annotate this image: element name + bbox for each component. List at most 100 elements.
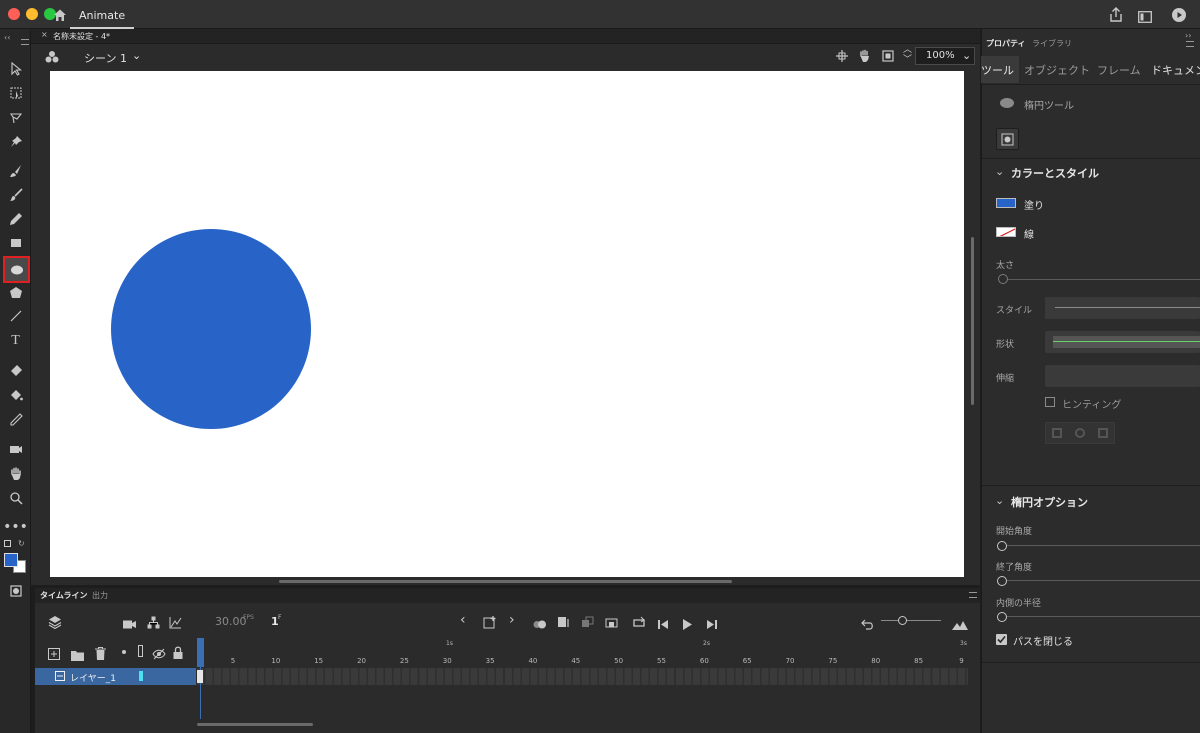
test-movie-play-icon[interactable] bbox=[1172, 7, 1186, 26]
thickness-slider[interactable] bbox=[1004, 279, 1200, 280]
start-angle-slider[interactable] bbox=[1006, 545, 1200, 546]
color-style-section-title[interactable]: カラーとスタイル bbox=[1011, 165, 1099, 181]
tool-subtab[interactable]: ツール bbox=[981, 62, 1014, 78]
ruler-frame-number[interactable]: 35 bbox=[486, 657, 495, 665]
fps-value[interactable]: 30.00 bbox=[215, 615, 247, 628]
home-icon[interactable] bbox=[53, 7, 67, 26]
scene-label[interactable]: シーン 1 bbox=[84, 50, 127, 66]
new-layer-icon[interactable] bbox=[48, 645, 60, 664]
close-window-button[interactable] bbox=[8, 8, 20, 20]
ruler-frame-number[interactable]: 25 bbox=[400, 657, 409, 665]
stage-vertical-scrollbar[interactable] bbox=[971, 237, 974, 405]
share-icon[interactable] bbox=[1109, 7, 1123, 26]
camera-tool-icon[interactable] bbox=[4, 438, 27, 460]
highlight-layers-icon[interactable] bbox=[122, 650, 126, 654]
text-tool-icon[interactable]: T bbox=[4, 330, 27, 352]
paint-brush-tool-icon[interactable] bbox=[4, 160, 27, 182]
stage-horizontal-scrollbar[interactable] bbox=[279, 580, 732, 583]
layer-color-swatch[interactable] bbox=[139, 671, 143, 681]
ruler-frame-number[interactable]: 9 bbox=[959, 657, 963, 665]
free-transform-tool-icon[interactable] bbox=[4, 82, 27, 104]
ellipse-options-chevron-icon[interactable]: ⌄ bbox=[995, 494, 1004, 507]
inner-radius-knob[interactable] bbox=[997, 612, 1007, 622]
ruler-frame-number[interactable]: 30 bbox=[443, 657, 452, 665]
center-stage-icon[interactable] bbox=[836, 50, 848, 65]
loop-icon[interactable] bbox=[632, 614, 646, 633]
default-colors-icon[interactable] bbox=[4, 540, 11, 547]
scene-icon[interactable] bbox=[45, 50, 59, 67]
document-tab[interactable]: 名称未設定 - 4* bbox=[53, 31, 110, 42]
object-subtab[interactable]: オブジェクト bbox=[1024, 62, 1090, 78]
end-angle-slider[interactable] bbox=[1006, 580, 1200, 581]
scale-dropdown[interactable] bbox=[1045, 365, 1200, 387]
ruler-frame-number[interactable]: 70 bbox=[786, 657, 795, 665]
pencil-tool-icon[interactable] bbox=[4, 208, 27, 230]
insert-frame-icon[interactable] bbox=[605, 614, 618, 633]
timeline-menu-icon[interactable] bbox=[969, 592, 977, 598]
timeline-zoom-large-icon[interactable] bbox=[952, 615, 968, 634]
zoom-tool-icon[interactable] bbox=[4, 487, 27, 509]
hinting-checkbox[interactable] bbox=[1045, 397, 1055, 407]
timeline-horizontal-scrollbar[interactable] bbox=[197, 723, 313, 726]
polystar-tool-icon[interactable] bbox=[4, 282, 27, 304]
new-folder-icon[interactable] bbox=[71, 646, 84, 665]
layers-icon[interactable] bbox=[48, 614, 62, 633]
ruler-frame-number[interactable]: 20 bbox=[357, 657, 366, 665]
selection-tool-icon[interactable] bbox=[4, 58, 27, 80]
object-drawing-mode-icon[interactable] bbox=[4, 580, 27, 602]
hand-tool-icon[interactable] bbox=[4, 463, 27, 485]
color-style-chevron-icon[interactable]: ⌄ bbox=[995, 165, 1004, 178]
stroke-style-dropdown[interactable] bbox=[1045, 297, 1200, 319]
ruler-frame-number[interactable]: 75 bbox=[828, 657, 837, 665]
hide-layers-icon[interactable] bbox=[152, 645, 166, 664]
step-back-icon[interactable] bbox=[657, 615, 669, 634]
zoom-dropdown-chevron-icon[interactable]: ⌄ bbox=[962, 49, 971, 62]
library-tab[interactable]: ライブラリ bbox=[1032, 38, 1072, 49]
cap-none-icon[interactable] bbox=[1052, 428, 1062, 438]
timeline-zoom-slider[interactable] bbox=[881, 620, 941, 621]
ruler-frame-number[interactable]: 65 bbox=[743, 657, 752, 665]
undo-icon[interactable] bbox=[861, 615, 874, 634]
brush-tool-icon[interactable] bbox=[4, 184, 27, 206]
edit-multiple-frames-icon[interactable] bbox=[557, 614, 570, 633]
object-drawing-toggle[interactable] bbox=[996, 128, 1019, 150]
panel-layout-icon[interactable] bbox=[1138, 8, 1152, 27]
ruler-frame-number[interactable]: 10 bbox=[271, 657, 280, 665]
frame-ruler[interactable]: 5 10 15 20 25 30 35 40 45 50 55 60 65 70 75 80 85 9 1s 2s 3s bbox=[197, 638, 968, 667]
toolbar-menu-icon[interactable] bbox=[21, 39, 29, 45]
ruler-frame-number[interactable]: 15 bbox=[314, 657, 323, 665]
app-title-tab[interactable]: Animate bbox=[70, 0, 135, 29]
outline-layers-icon[interactable] bbox=[138, 645, 143, 657]
timeline-tab[interactable]: タイムライン bbox=[40, 590, 87, 601]
insert-keyframe-icon[interactable] bbox=[483, 614, 496, 633]
oval-tool-icon[interactable] bbox=[3, 256, 30, 283]
layer-frames-track[interactable] bbox=[197, 668, 968, 685]
ruler-frame-number[interactable]: 50 bbox=[614, 657, 623, 665]
collapse-toolbar-icon[interactable]: ‹‹ bbox=[4, 33, 10, 42]
graph-editor-icon[interactable] bbox=[169, 614, 182, 633]
eyedropper-tool-icon[interactable] bbox=[4, 409, 27, 431]
ellipse-options-section-title[interactable]: 楕円オプション bbox=[1011, 494, 1088, 510]
lasso-tool-icon[interactable] bbox=[4, 107, 27, 129]
stroke-color-property-swatch[interactable] bbox=[996, 227, 1016, 237]
paint-bucket-tool-icon[interactable] bbox=[4, 384, 27, 406]
lock-layers-icon[interactable] bbox=[173, 644, 183, 663]
document-subtab[interactable]: ドキュメント bbox=[1151, 62, 1200, 78]
more-tools-icon[interactable]: ••• bbox=[3, 516, 28, 538]
scene-dropdown-chevron-icon[interactable]: ⌄ bbox=[132, 49, 141, 62]
frame-subtab[interactable]: フレーム bbox=[1097, 62, 1141, 78]
close-document-icon[interactable]: × bbox=[41, 30, 48, 39]
thickness-slider-knob[interactable] bbox=[998, 274, 1008, 284]
ruler-frame-number[interactable]: 85 bbox=[914, 657, 923, 665]
eraser-tool-icon[interactable] bbox=[4, 360, 27, 382]
zoom-stepper-icon[interactable]: ︿ ﹀ bbox=[903, 45, 912, 65]
output-tab[interactable]: 出力 bbox=[92, 590, 108, 601]
ruler-frame-number[interactable]: 60 bbox=[700, 657, 709, 665]
ruler-frame-number[interactable]: 45 bbox=[571, 657, 580, 665]
ruler-frame-number[interactable]: 80 bbox=[871, 657, 880, 665]
inner-radius-slider[interactable] bbox=[1006, 616, 1200, 617]
rectangle-tool-icon[interactable] bbox=[4, 232, 27, 254]
line-tool-icon[interactable] bbox=[4, 305, 27, 327]
timeline-zoom-slider-knob[interactable] bbox=[898, 616, 907, 625]
pin-tool-icon[interactable] bbox=[4, 131, 27, 153]
